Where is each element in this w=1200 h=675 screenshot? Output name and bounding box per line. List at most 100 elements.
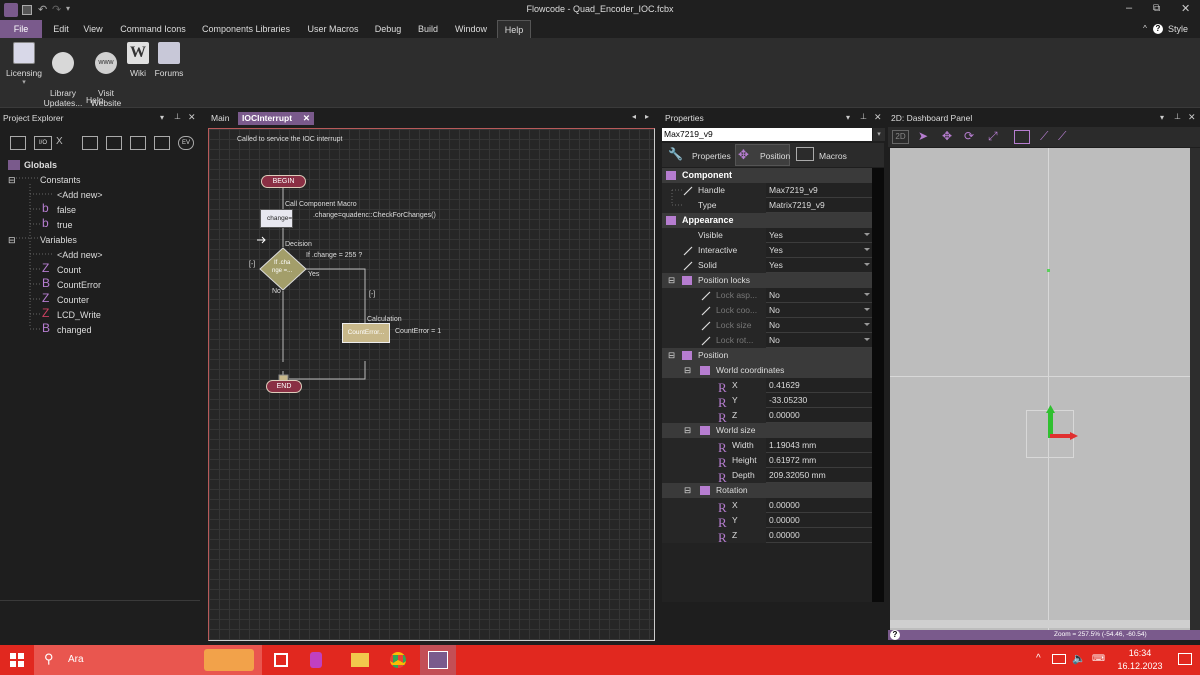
tab-position[interactable]: ✥ Position: [735, 144, 790, 166]
properties-scrollbar[interactable]: [872, 168, 884, 602]
tab-macros[interactable]: Macros: [819, 151, 847, 161]
chip-tool-icon[interactable]: [82, 136, 98, 150]
menu-build[interactable]: Build: [412, 20, 444, 38]
dashboard-vscrollbar[interactable]: [1190, 148, 1200, 630]
volume-icon[interactable]: 🔈: [1072, 652, 1086, 665]
scale-tool-icon[interactable]: ⤢: [988, 129, 1004, 145]
view-2d-button[interactable]: 2D: [892, 130, 909, 144]
clock-time[interactable]: 16:34: [1110, 648, 1170, 658]
panel-dropdown-icon[interactable]: ▾: [160, 113, 164, 122]
x-tool-icon[interactable]: X: [56, 136, 70, 150]
panel-tool-icon[interactable]: [154, 136, 170, 150]
tab-iocinterrupt[interactable]: IOCInterrupt ✕: [238, 112, 314, 125]
library-updates-button[interactable]: Library Updates...: [42, 42, 84, 108]
tab-main[interactable]: Main: [211, 112, 229, 125]
prop-value: Yes: [769, 230, 783, 240]
begin-terminator[interactable]: BEGIN: [261, 175, 306, 188]
io-tool-icon[interactable]: I/O: [34, 136, 52, 150]
menu-file[interactable]: File: [0, 20, 42, 38]
close-panel-icon[interactable]: ✕: [188, 112, 196, 123]
pointer-tool-icon[interactable]: ➤: [918, 129, 934, 145]
call-macro-box[interactable]: change=: [260, 209, 293, 228]
language-icon[interactable]: ⌨: [1092, 653, 1105, 664]
tray-chevron-icon[interactable]: ^: [1036, 653, 1041, 664]
component-selector[interactable]: Max7219_v9: [662, 128, 872, 141]
tab-properties[interactable]: Properties: [692, 151, 731, 161]
calculation-box[interactable]: CountError...: [342, 323, 390, 343]
panel-dropdown-icon[interactable]: ▾: [1160, 113, 1164, 122]
pen-tool-icon[interactable]: ⟋: [1058, 129, 1072, 145]
chevron-down-icon[interactable]: ▾: [873, 128, 885, 141]
forums-button[interactable]: Forums: [152, 42, 186, 78]
menu-window[interactable]: Window: [450, 20, 492, 38]
tree-var-count[interactable]: Count: [57, 264, 81, 276]
tree-variables-add-new[interactable]: <Add new>: [57, 249, 103, 261]
chrome-icon[interactable]: [390, 652, 406, 668]
panel-view-icon[interactable]: [1014, 130, 1030, 144]
collapse-right-toggle[interactable]: [-]: [369, 291, 375, 298]
windows-start-icon[interactable]: [10, 653, 24, 667]
chevron-down-icon[interactable]: [864, 263, 870, 266]
ev-tool-icon[interactable]: EV: [178, 136, 194, 150]
help-icon[interactable]: ?: [1153, 24, 1163, 34]
tab-position-label: Position: [760, 151, 791, 161]
collapse-ribbon-icon[interactable]: ^: [1138, 20, 1152, 38]
gizmo-axes-icon[interactable]: [1040, 404, 1082, 444]
menu-user-macros[interactable]: User Macros: [302, 20, 364, 38]
style-menu[interactable]: Style: [1166, 20, 1190, 38]
clock-date[interactable]: 16.12.2023: [1110, 661, 1170, 671]
tab-scroll-right-icon[interactable]: ▸: [645, 112, 649, 121]
network-icon[interactable]: [1052, 654, 1066, 664]
dashboard-canvas[interactable]: [890, 148, 1190, 630]
chevron-down-icon[interactable]: [864, 293, 870, 296]
wiki-button[interactable]: W Wiki: [126, 42, 150, 78]
licensing-dropdown-icon[interactable]: ▾: [4, 78, 44, 88]
close-button[interactable]: ✕: [1181, 2, 1190, 15]
flowchart-canvas[interactable]: Called to service the IOC interrupt BEGI…: [208, 128, 655, 641]
app-icon[interactable]: [310, 652, 322, 668]
tree-var-changed[interactable]: changed: [57, 324, 92, 336]
notifications-icon[interactable]: [1178, 653, 1192, 665]
tree-var-counterror[interactable]: CountError: [57, 279, 101, 291]
pin-icon[interactable]: ⊥: [860, 112, 867, 121]
chevron-down-icon[interactable]: [864, 233, 870, 236]
tree-constants-add-new[interactable]: <Add new>: [57, 189, 103, 201]
globals-tool-icon[interactable]: [10, 136, 26, 150]
menu-help[interactable]: Help: [497, 20, 531, 38]
tab-scroll-left-icon[interactable]: ◂: [632, 112, 636, 121]
menu-command-icons[interactable]: Command Icons: [114, 20, 192, 38]
flowcode-taskbar-button[interactable]: [420, 645, 456, 675]
end-terminator[interactable]: END: [266, 380, 302, 393]
menu-components-libraries[interactable]: Components Libraries: [198, 20, 294, 38]
component-tool-icon[interactable]: [130, 136, 146, 150]
move-tool-icon[interactable]: ✥: [942, 129, 958, 145]
close-tab-icon[interactable]: ✕: [303, 112, 310, 125]
file-explorer-icon[interactable]: [351, 653, 369, 667]
pin-icon[interactable]: ⊥: [174, 112, 181, 121]
help-icon[interactable]: ?: [890, 630, 900, 640]
pin-icon[interactable]: ⊥: [1174, 112, 1181, 121]
close-panel-icon[interactable]: ✕: [874, 112, 882, 123]
panel-dropdown-icon[interactable]: ▾: [846, 113, 850, 122]
chevron-down-icon[interactable]: [864, 338, 870, 341]
maximize-button[interactable]: ⧉: [1153, 3, 1160, 14]
menu-view[interactable]: View: [78, 20, 108, 38]
task-view-icon[interactable]: [274, 653, 288, 667]
collapse-left-toggle[interactable]: [-]: [249, 261, 255, 268]
chevron-down-icon[interactable]: [864, 323, 870, 326]
macros-icon: [796, 147, 814, 161]
close-panel-icon[interactable]: ✕: [1188, 112, 1196, 123]
dashboard-hscrollbar[interactable]: [890, 620, 1190, 628]
minimize-button[interactable]: –: [1126, 2, 1132, 14]
port-tool-icon[interactable]: [106, 136, 122, 150]
rotate-tool-icon[interactable]: ⟳: [964, 129, 980, 145]
menu-debug[interactable]: Debug: [369, 20, 407, 38]
menu-edit[interactable]: Edit: [46, 20, 76, 38]
tree-var-counter[interactable]: Counter: [57, 294, 89, 306]
tree-var-lcd-write[interactable]: LCD_Write: [57, 309, 101, 321]
chevron-down-icon[interactable]: [864, 308, 870, 311]
search-box[interactable]: ⚲ Ara: [34, 645, 262, 675]
chevron-down-icon[interactable]: [864, 248, 870, 251]
brush-tool-icon[interactable]: ⟋: [1040, 129, 1054, 145]
licensing-button[interactable]: Licensing ▾: [4, 42, 44, 88]
